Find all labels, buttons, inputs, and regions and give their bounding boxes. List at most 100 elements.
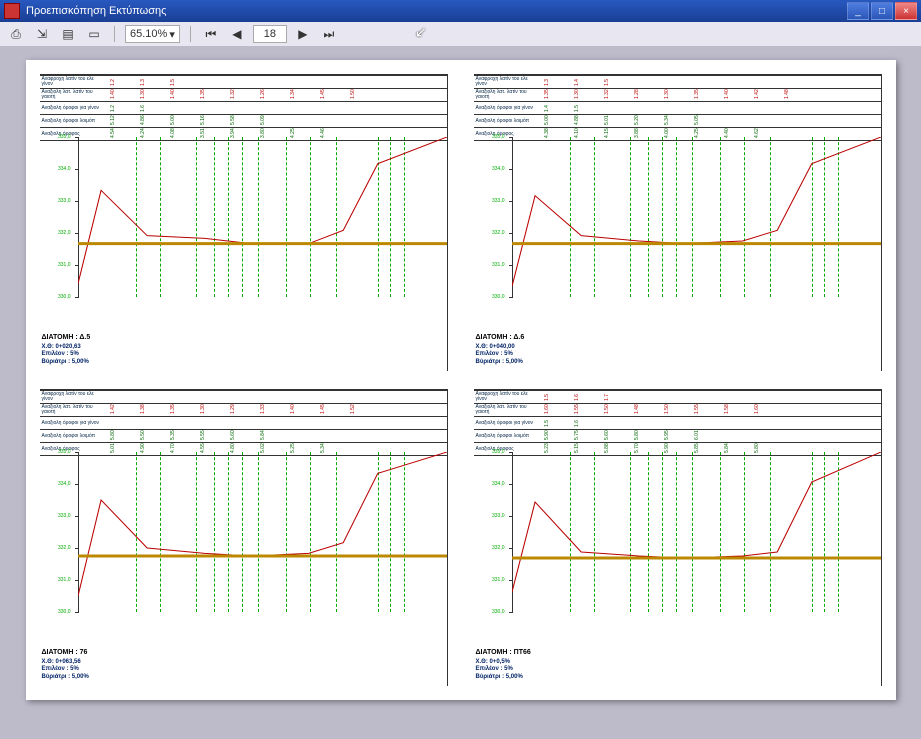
- nav-prev-button[interactable]: ◀: [227, 24, 247, 44]
- band-value: 1.5: [604, 79, 610, 86]
- band-value: 1.29: [230, 404, 236, 414]
- y-tick: 335,0: [40, 137, 78, 138]
- cross-section-panel: Αναφροχη λατίν του ελε γίνον Αναξιολη λατ…: [40, 389, 448, 686]
- toolbar-separator: [190, 26, 191, 42]
- layout-button[interactable]: ▤: [58, 24, 78, 44]
- band-value: 5.12: [110, 115, 116, 125]
- scale-v: Βύριάτρι : 5,00%: [42, 359, 91, 367]
- section-info: ΔΙΑΤΟΜΗ : Δ.6Χ.Θ: 0+040,00Επιλέον : 5%Βύ…: [476, 333, 525, 367]
- band-value: 1.50: [664, 404, 670, 414]
- band-label: Αναφροχη λατίν του ελε γίνον: [42, 392, 102, 402]
- band-label: Αναξιολη λατ. λατίν του γαιοτή: [42, 405, 102, 415]
- y-tick: 333,0: [474, 516, 512, 517]
- band-label: Αναξιολη όροφοι για γίνον: [476, 421, 536, 426]
- window-title: Προεπισκόπηση Εκτύπωσης: [26, 5, 847, 17]
- band-value: 5.05: [694, 115, 700, 125]
- band-value: 1.40: [170, 89, 176, 99]
- band-value: 1.30: [664, 89, 670, 99]
- terrain-plot: [512, 452, 881, 612]
- band-value: 1.5: [544, 420, 550, 427]
- band-label: Αναξιολη όροφοι για γίνον: [476, 106, 536, 111]
- scale-h: Επιλέον : 5%: [476, 351, 525, 359]
- zoom-value: 65.10%: [130, 28, 167, 40]
- data-bands: Αναφροχη λατίν του ελε γίνον1.51.61.7Ανα…: [474, 390, 881, 456]
- band-label: Αναξιολη λατ. λατίν του γαιοτή: [476, 405, 536, 415]
- print-button[interactable]: ⎙: [6, 24, 26, 44]
- y-tick: 334,0: [40, 484, 78, 485]
- band-label: Αναξιολη όροφοι λοιμόπ: [42, 119, 102, 124]
- y-tick: 334,0: [40, 169, 78, 170]
- band-label: Αναξιολη όροφοι λοιμόπ: [42, 434, 102, 439]
- y-tick: 332,0: [474, 548, 512, 549]
- band-value: 1.33: [260, 404, 266, 414]
- scale-h: Επιλέον : 5%: [42, 351, 91, 359]
- band-value: 1.5: [544, 394, 550, 401]
- data-band-row: Αναξιολη όροφοι για γίνον1.41.5: [474, 102, 881, 115]
- band-value: 1.50: [350, 89, 356, 99]
- band-value: 5.60: [604, 430, 610, 440]
- data-band-row: Αναξιολη λατ. λατίν του γαιοτή 1.35 1.30 1.…: [474, 89, 881, 102]
- band-value: 4.86: [140, 115, 146, 125]
- export-icon: ⇲: [37, 27, 47, 41]
- band-value: 1.40: [110, 89, 116, 99]
- preview-workspace: Αναφροχη λατίν του ελε γίνον1.21.31.5 Ανα…: [0, 46, 921, 739]
- band-label: Αναξιολη λατ. λατίν του γαιοτή: [476, 90, 536, 100]
- band-value: 6.01: [694, 430, 700, 440]
- page-number-input[interactable]: 18: [253, 25, 287, 43]
- band-value: 1.5: [170, 79, 176, 86]
- band-value: 1.48: [784, 89, 790, 99]
- first-icon: ⏮: [205, 27, 216, 42]
- layout-icon: ▤: [62, 27, 73, 41]
- maximize-button[interactable]: □: [871, 2, 893, 20]
- nav-first-button[interactable]: ⏮: [201, 24, 221, 44]
- y-tick: 332,0: [40, 233, 78, 234]
- band-value: 1.2: [110, 79, 116, 86]
- data-band-row: Αναξιολη όροφοι για γίνον1.21.6: [40, 102, 447, 115]
- data-band-row: Αναξιολη λατ. λατίν του γαιοτή1.421.381.…: [40, 404, 447, 417]
- toolbar: ⎙ ⇲ ▤ ▭ 65.10% ▾ ⏮ ◀ 18 ▶ ⏭ ↖: [0, 22, 921, 47]
- band-value: 4.88: [574, 115, 580, 125]
- y-tick: 332,0: [40, 548, 78, 549]
- fit-button[interactable]: ▭: [84, 24, 104, 44]
- data-band-row: Αναξιολη όροφοι λοιμόπ5.124.865.005.165.…: [40, 115, 447, 128]
- prev-icon: ◀: [232, 27, 241, 41]
- band-value: 1.48: [634, 404, 640, 414]
- scale-v: Βύριάτρι : 5,00%: [476, 359, 525, 367]
- y-tick: 333,0: [474, 201, 512, 202]
- band-label: Αναξιολη όροφοι λοιμόπ: [476, 119, 536, 124]
- y-tick: 335,0: [474, 452, 512, 453]
- nav-next-button[interactable]: ▶: [293, 24, 313, 44]
- data-band-row: Αναφροχη λατίν του ελε γίνον: [40, 391, 447, 404]
- zoom-combo[interactable]: 65.10% ▾: [125, 25, 180, 43]
- band-value: 1.32: [604, 89, 610, 99]
- band-value: 1.40: [724, 89, 730, 99]
- next-icon: ▶: [298, 27, 307, 41]
- band-value: 1.6: [574, 420, 580, 427]
- data-band-row: Αναξιολη λατ. λατίν του γαιοτή1.601.551.…: [474, 404, 881, 417]
- data-band-row: Αναξιολη όροφοι για γίνον: [40, 417, 447, 430]
- band-value: 1.45: [320, 404, 326, 414]
- band-value: 1.35: [544, 89, 550, 99]
- band-value: 1.35: [694, 89, 700, 99]
- band-value: 1.42: [110, 404, 116, 414]
- data-band-row: Αναξιολη όροφοι λοιμόπ5.004.885.015.205.…: [474, 115, 881, 128]
- section-title: ΔΙΑΤΟΜΗ : 76: [42, 648, 89, 657]
- export-button[interactable]: ⇲: [32, 24, 52, 44]
- band-value: 1.7: [604, 394, 610, 401]
- band-value: 1.30: [200, 404, 206, 414]
- y-tick: 332,0: [474, 233, 512, 234]
- station-label: Χ.Θ: 0+020,63: [42, 344, 91, 352]
- nav-last-button[interactable]: ⏭: [319, 24, 339, 44]
- data-band-row: Αναφροχη λατίν του ελε γίνον1.21.31.5: [40, 76, 447, 89]
- data-band-row: Αναφροχη λατίν του ελε γίνον1.51.61.7: [474, 391, 881, 404]
- section-title: ΔΙΑΤΟΜΗ : Δ.5: [42, 333, 91, 342]
- minimize-button[interactable]: _: [847, 2, 869, 20]
- chevron-down-icon: ▾: [169, 28, 175, 41]
- close-button[interactable]: ×: [895, 2, 917, 20]
- band-label: Αναξιολη όροφοι για γίνον: [42, 421, 102, 426]
- data-band-row: Αναξιολη όροφοι λοιμόπ5.805.505.355.555.…: [40, 430, 447, 443]
- scale-h: Επιλέον : 5%: [476, 666, 531, 674]
- y-tick: 330,0: [474, 612, 512, 613]
- station-label: Χ.Θ: 0+040,00: [476, 344, 525, 352]
- band-value: 1.26: [260, 89, 266, 99]
